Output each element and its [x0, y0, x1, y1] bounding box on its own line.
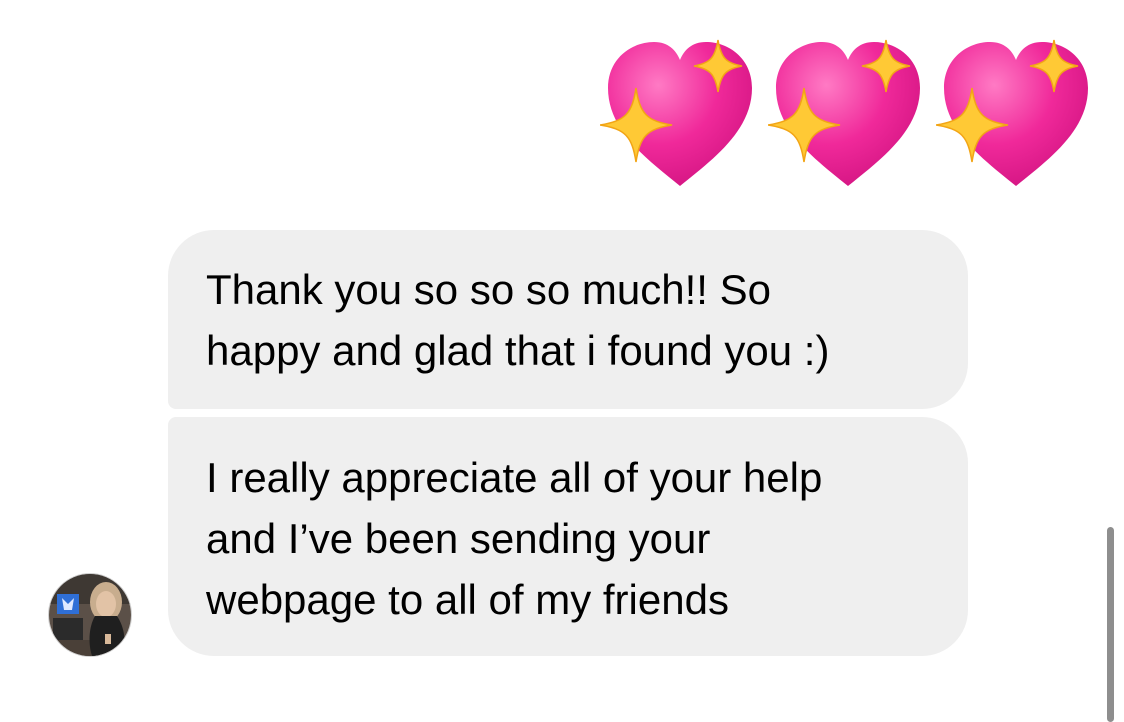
- scrollbar[interactable]: [1107, 527, 1114, 722]
- received-message-bubble[interactable]: Thank you so so so much!! So happy and g…: [168, 230, 968, 409]
- sparkling-heart-icon: [936, 36, 1096, 191]
- received-message-bubble[interactable]: I really appreciate all of your help and…: [168, 417, 968, 656]
- sparkling-heart-icon: [768, 36, 928, 191]
- sender-avatar[interactable]: [48, 573, 132, 657]
- sparkling-heart-icon: [600, 36, 760, 191]
- message-text-line: I really appreciate all of your help: [206, 454, 823, 501]
- message-text-line: webpage to all of my friends: [206, 576, 729, 623]
- message-text-line: and I’ve been sending your: [206, 515, 711, 562]
- sent-emoji-message[interactable]: [600, 36, 1100, 191]
- message-text-line: happy and glad that i found you :): [206, 327, 830, 374]
- message-text-line: Thank you so so so much!! So: [206, 266, 771, 313]
- chat-screen: Thank you so so so much!! So happy and g…: [0, 0, 1124, 722]
